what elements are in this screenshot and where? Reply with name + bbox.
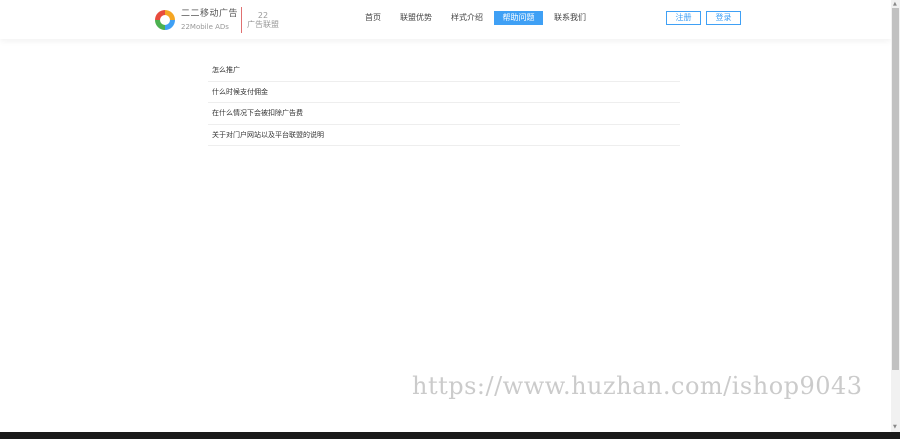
scroll-down-arrow-icon[interactable]: ▼ bbox=[893, 425, 897, 430]
nav-item-advantages[interactable]: 联盟优势 bbox=[397, 11, 435, 25]
union-name: 广告联盟 bbox=[247, 20, 279, 29]
union-label: 22 广告联盟 bbox=[247, 11, 279, 30]
footer-bar bbox=[0, 432, 900, 439]
brand-text: 二二移动广告 22Mobile ADs bbox=[181, 9, 238, 32]
faq-item[interactable]: 怎么推广 bbox=[208, 60, 680, 82]
login-button[interactable]: 登录 bbox=[706, 11, 741, 25]
faq-item[interactable]: 在什么情况下会被扣除广告费 bbox=[208, 103, 680, 125]
faq-item[interactable]: 关于对门户网站以及平台联盟的说明 bbox=[208, 125, 680, 146]
nav-item-styles[interactable]: 样式介绍 bbox=[448, 11, 486, 25]
brand-divider bbox=[241, 7, 242, 33]
faq-item[interactable]: 什么时候支付佣金 bbox=[208, 82, 680, 103]
scrollbar-thumb[interactable] bbox=[892, 8, 899, 370]
register-button[interactable]: 注册 bbox=[666, 11, 701, 25]
nav-item-help[interactable]: 帮助问题 bbox=[494, 11, 543, 25]
nav-item-home[interactable]: 首页 bbox=[362, 11, 384, 25]
brand-subtitle: 22Mobile ADs bbox=[181, 23, 229, 31]
watermark-text: https://www.huzhan.com/ishop9043 bbox=[412, 372, 863, 400]
site-header: 二二移动广告 22Mobile ADs 22 广告联盟 首页 联盟优势 样式介绍… bbox=[0, 0, 891, 39]
faq-list: 怎么推广 什么时候支付佣金 在什么情况下会被扣除广告费 关于对门户网站以及平台联… bbox=[208, 60, 680, 146]
page-scrollbar[interactable]: ▲ ▼ bbox=[891, 0, 900, 432]
nav-item-contact[interactable]: 联系我们 bbox=[551, 11, 589, 25]
scroll-up-arrow-icon[interactable]: ▲ bbox=[893, 2, 897, 7]
brand-logo-icon[interactable] bbox=[153, 8, 177, 32]
brand-name: 二二移动广告 bbox=[181, 9, 239, 19]
union-number: 22 bbox=[257, 11, 269, 20]
